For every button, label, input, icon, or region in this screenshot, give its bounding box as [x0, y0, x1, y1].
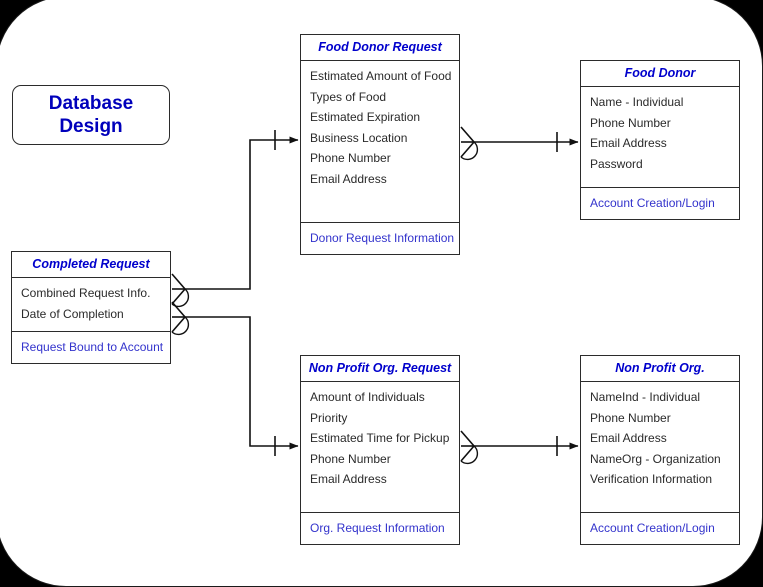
- entity-food-donor-request[interactable]: Food Donor Request Estimated Amount of F…: [300, 34, 460, 255]
- title-line-1: Database: [48, 92, 134, 114]
- attribute-row: Estimated Amount of Food: [310, 69, 452, 83]
- entity-header-food-donor-request: Food Donor Request: [301, 35, 459, 61]
- attribute-row: Email Address: [310, 472, 387, 487]
- attribute-row: Email Address: [590, 431, 667, 446]
- attribute-row: Phone Number: [310, 151, 391, 166]
- entity-non-profit-org[interactable]: Non Profit Org. NameInd - Individual Pho…: [580, 355, 740, 545]
- entity-header-food-donor: Food Donor: [581, 61, 739, 87]
- attribute-row: Date of Completion: [21, 306, 124, 321]
- attribute-row: NameInd - Individual: [590, 390, 701, 404]
- attribute-row: NameOrg - Organization: [590, 451, 721, 466]
- relationship-org-request-to-org: [460, 430, 579, 465]
- attribute-row: Estimated Expiration: [310, 110, 421, 125]
- entity-attributes-non-profit-org: NameInd - Individual Phone Number Email …: [581, 382, 739, 512]
- er-diagram-canvas: Database Design Food Donor Request Estim…: [0, 0, 763, 587]
- attribute-row: Phone Number: [310, 451, 391, 466]
- title-box-text: Database Design: [49, 92, 134, 138]
- attribute-row: Phone Number: [590, 410, 671, 425]
- attribute-row: Combined Request Info.: [21, 286, 151, 300]
- entity-completed-request[interactable]: Completed Request Combined Request Info.…: [11, 251, 171, 364]
- title-line-2: Design: [59, 116, 123, 137]
- attribute-row: Estimated Time for Pickup: [310, 431, 450, 446]
- entity-attributes-completed-request: Combined Request Info. Date of Completio…: [12, 278, 170, 331]
- title-box: Database Design: [12, 85, 170, 145]
- attribute-row: Business Location: [310, 130, 408, 145]
- entity-header-non-profit-org-request: Non Profit Org. Request: [301, 356, 459, 382]
- relationship-completed-to-donor-request: [171, 130, 299, 308]
- entity-footer-non-profit-org: Account Creation/Login: [581, 512, 739, 544]
- attribute-row: Amount of Individuals: [310, 390, 425, 404]
- attribute-row: Types of Food: [310, 89, 387, 104]
- entity-header-non-profit-org: Non Profit Org.: [581, 356, 739, 382]
- entity-attributes-food-donor-request: Estimated Amount of Food Types of Food E…: [301, 61, 459, 222]
- attribute-row: Email Address: [310, 171, 387, 186]
- entity-attributes-food-donor: Name - Individual Phone Number Email Add…: [581, 87, 739, 187]
- entity-food-donor[interactable]: Food Donor Name - Individual Phone Numbe…: [580, 60, 740, 220]
- relationship-completed-to-org-request: [171, 301, 299, 456]
- entity-footer-completed-request: Request Bound to Account: [12, 331, 170, 363]
- relationship-donor-request-to-donor: [460, 126, 579, 161]
- entity-footer-food-donor-request: Donor Request Information: [301, 222, 459, 254]
- entity-non-profit-org-request[interactable]: Non Profit Org. Request Amount of Indivi…: [300, 355, 460, 545]
- attribute-row: Password: [590, 156, 643, 171]
- entity-footer-non-profit-org-request: Org. Request Information: [301, 512, 459, 544]
- attribute-row: Email Address: [590, 136, 667, 151]
- attribute-row: Priority: [310, 410, 348, 425]
- entity-attributes-non-profit-org-request: Amount of Individuals Priority Estimated…: [301, 382, 459, 512]
- entity-header-completed-request: Completed Request: [12, 252, 170, 278]
- entity-footer-food-donor: Account Creation/Login: [581, 187, 739, 219]
- attribute-row: Name - Individual: [590, 95, 684, 109]
- attribute-row: Phone Number: [590, 115, 671, 130]
- attribute-row: Verification Information: [590, 472, 713, 487]
